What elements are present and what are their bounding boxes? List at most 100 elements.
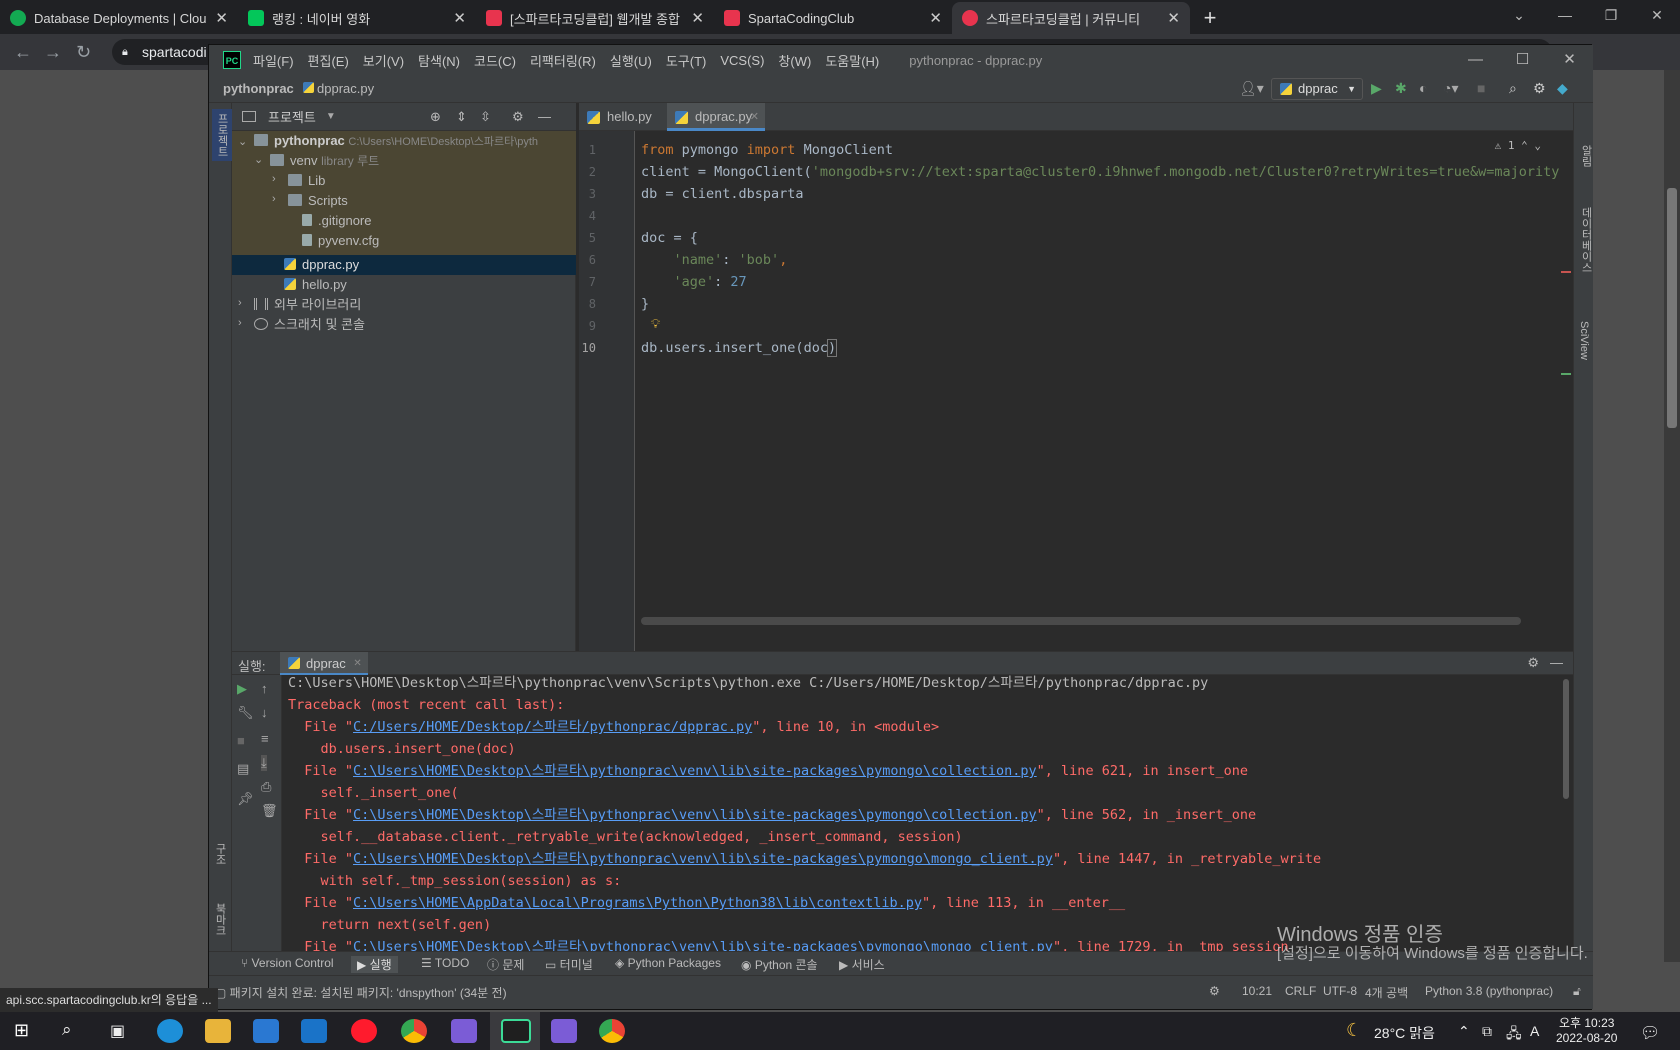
chevron-right-icon[interactable]: › — [238, 317, 242, 329]
structure-tool-button[interactable]: 구조 — [212, 843, 228, 865]
display-icon[interactable]: ⧉ — [1482, 1023, 1492, 1040]
chrome-icon[interactable] — [599, 1019, 625, 1043]
gear-icon[interactable]: ⚙ — [1533, 80, 1546, 96]
browser-tab[interactable]: 랭킹 : 네이버 영화 ✕ — [238, 2, 476, 34]
terminal-tool[interactable]: ▭ 터미널 — [545, 956, 593, 973]
page-scrollbar[interactable] — [1664, 70, 1680, 962]
tree-scripts[interactable]: Scripts — [288, 191, 348, 211]
file-encoding[interactable]: UTF-8 — [1323, 984, 1357, 998]
scroll-thumb[interactable] — [1667, 188, 1677, 428]
wrench-icon[interactable]: 🔧︎ — [237, 705, 254, 721]
trash-icon[interactable]: 🗑︎ — [261, 803, 278, 819]
problems-tool[interactable]: ⓘ 문제 — [487, 956, 524, 973]
menu-window[interactable]: 창(W) — [778, 51, 811, 70]
chevron-right-icon[interactable]: › — [272, 173, 276, 185]
menu-tools[interactable]: 도구(T) — [666, 51, 707, 70]
breadcrumb-file[interactable]: dpprac.py — [303, 81, 374, 96]
tree-gitignore[interactable]: .gitignore — [302, 211, 371, 231]
tree-root[interactable]: pythonprac C:\Users\HOME\Desktop\스파르타\py… — [254, 131, 538, 151]
print-icon[interactable]: ⎙ — [261, 779, 271, 795]
notifications-tool-button[interactable]: 알림 — [1578, 145, 1594, 167]
background-tasks-icon[interactable]: ⚙ — [1209, 984, 1220, 998]
todo-tool[interactable]: ☰ TODO — [421, 956, 469, 970]
hide-icon[interactable]: — — [538, 109, 551, 124]
windows-start-icon[interactable]: ⊞ — [14, 1020, 29, 1041]
coverage-icon[interactable]: ◐ — [1419, 80, 1427, 96]
services-tool[interactable]: ▶ 서비스 — [839, 956, 885, 973]
close-tab-icon[interactable]: ✕ — [750, 103, 759, 131]
lock-icon[interactable]: 🔓︎ — [1573, 984, 1581, 999]
app-icon[interactable] — [451, 1019, 477, 1043]
clock[interactable]: 오후 10:23 2022-08-20 — [1556, 1014, 1617, 1045]
restore-icon[interactable]: ❐ — [1588, 0, 1634, 34]
tree-scratches[interactable]: 스크래치 및 콘솔 — [254, 315, 365, 335]
notifications-icon[interactable]: 💬︎ — [1640, 1023, 1660, 1043]
close-tab-icon[interactable]: ✕ — [929, 9, 942, 27]
chevron-down-icon[interactable]: ⌄ — [254, 153, 263, 166]
tab-dpprac-py[interactable]: dpprac.py ✕ — [667, 103, 765, 131]
debug-icon[interactable]: ✱ — [1395, 80, 1407, 96]
run-console-output[interactable]: C:\Users\HOME\Desktop\스파르타\pythonprac\ve… — [282, 675, 1573, 951]
sciview-tool-button[interactable]: SciView — [1578, 321, 1590, 360]
caret-position[interactable]: 10:21 — [1242, 984, 1272, 998]
new-tab-icon[interactable]: + — [1190, 2, 1230, 34]
run-tab-dpprac[interactable]: dpprac ✕ — [280, 652, 368, 676]
network-icon[interactable]: 🖧︎ — [1506, 1023, 1522, 1047]
warning-icon[interactable]: ⚠ 1 ⌃ ⌄ — [1495, 139, 1541, 152]
profile-icon[interactable]: ◔▾ — [1443, 80, 1458, 96]
file-explorer-icon[interactable] — [205, 1019, 231, 1043]
search-icon[interactable]: ⌕ — [1509, 80, 1517, 96]
maximize-icon[interactable]: ☐ — [1499, 45, 1546, 75]
soft-wrap-icon[interactable]: ≡ — [261, 731, 269, 746]
breadcrumb-project[interactable]: pythonprac — [223, 81, 294, 96]
chevron-right-icon[interactable]: › — [272, 193, 276, 205]
gear-icon[interactable]: ⚙ — [512, 109, 524, 125]
stop-icon[interactable]: ■ — [1477, 80, 1485, 96]
version-control-tool[interactable]: ⑂ Version Control — [241, 956, 334, 970]
browser-tab[interactable]: SpartaCodingClub ✕ — [714, 2, 952, 34]
chevron-right-icon[interactable]: › — [238, 297, 242, 309]
status-message[interactable]: ▢ 패키지 설치 완료: 설치된 패키지: 'dnspython' (34분 전… — [215, 984, 507, 1001]
tree-venv[interactable]: venv library 루트 — [270, 151, 379, 171]
layout-icon[interactable]: ▤ — [237, 761, 249, 777]
reload-icon[interactable]: ↻ — [76, 42, 91, 63]
locate-icon[interactable]: ⊕ — [430, 109, 441, 125]
user-icon[interactable]: 👤︎▾ — [1239, 80, 1264, 96]
menu-refactor[interactable]: 리팩터링(R) — [530, 51, 596, 70]
close-icon[interactable]: ✕ — [1546, 45, 1593, 75]
back-icon[interactable]: ← — [14, 42, 32, 63]
forward-icon[interactable]: → — [44, 42, 62, 63]
minimize-icon[interactable]: — — [1452, 45, 1499, 75]
file-link[interactable]: C:\Users\HOME\AppData\Local\Programs\Pyt… — [353, 895, 922, 911]
file-link[interactable]: C:\Users\HOME\Desktop\스파르타\pythonprac\ve… — [353, 851, 1053, 867]
chevron-down-icon[interactable]: ⌄ — [238, 135, 247, 148]
edge-icon[interactable] — [157, 1019, 183, 1043]
editor-horizontal-scrollbar[interactable] — [641, 617, 1521, 625]
run-configuration-select[interactable]: dpprac ▼ — [1271, 78, 1363, 100]
store-icon[interactable] — [253, 1019, 279, 1043]
project-tool-button[interactable]: 프로젝트 — [212, 109, 232, 161]
menu-help[interactable]: 도움말(H) — [825, 51, 879, 70]
browser-tab[interactable]: [스파르타코딩클럽] 웹개발 종합 ✕ — [476, 2, 714, 34]
bookmarks-tool-button[interactable]: 북마크 — [212, 903, 228, 936]
close-tab-icon[interactable]: ✕ — [453, 9, 466, 27]
hide-icon[interactable]: — — [1550, 655, 1563, 670]
moon-weather-icon[interactable]: ☾ — [1346, 1020, 1362, 1041]
tray-chevron-icon[interactable]: ⌃ — [1458, 1023, 1470, 1040]
collapse-all-icon[interactable]: ⇳ — [480, 109, 491, 125]
close-tab-icon[interactable]: ✕ — [215, 9, 228, 27]
app-icon[interactable] — [551, 1019, 577, 1043]
error-marker[interactable] — [1561, 271, 1571, 273]
close-window-icon[interactable]: ✕ — [1634, 0, 1680, 34]
menu-code[interactable]: 코드(C) — [474, 51, 516, 70]
line-separator[interactable]: CRLF — [1285, 984, 1316, 998]
database-tool-button[interactable]: 데이터베이스 — [1578, 207, 1594, 273]
search-icon[interactable]: ⌕ — [62, 1020, 72, 1040]
pin-icon[interactable]: 📌︎ — [237, 791, 254, 807]
menu-navigate[interactable]: 탐색(N) — [418, 51, 460, 70]
indent-setting[interactable]: 4개 공백 — [1365, 984, 1408, 1001]
tree-dpprac-py[interactable]: dpprac.py — [284, 255, 359, 275]
python-packages-tool[interactable]: ◈ Python Packages — [615, 956, 721, 970]
tree-lib[interactable]: Lib — [288, 171, 325, 191]
change-marker[interactable] — [1561, 373, 1571, 375]
